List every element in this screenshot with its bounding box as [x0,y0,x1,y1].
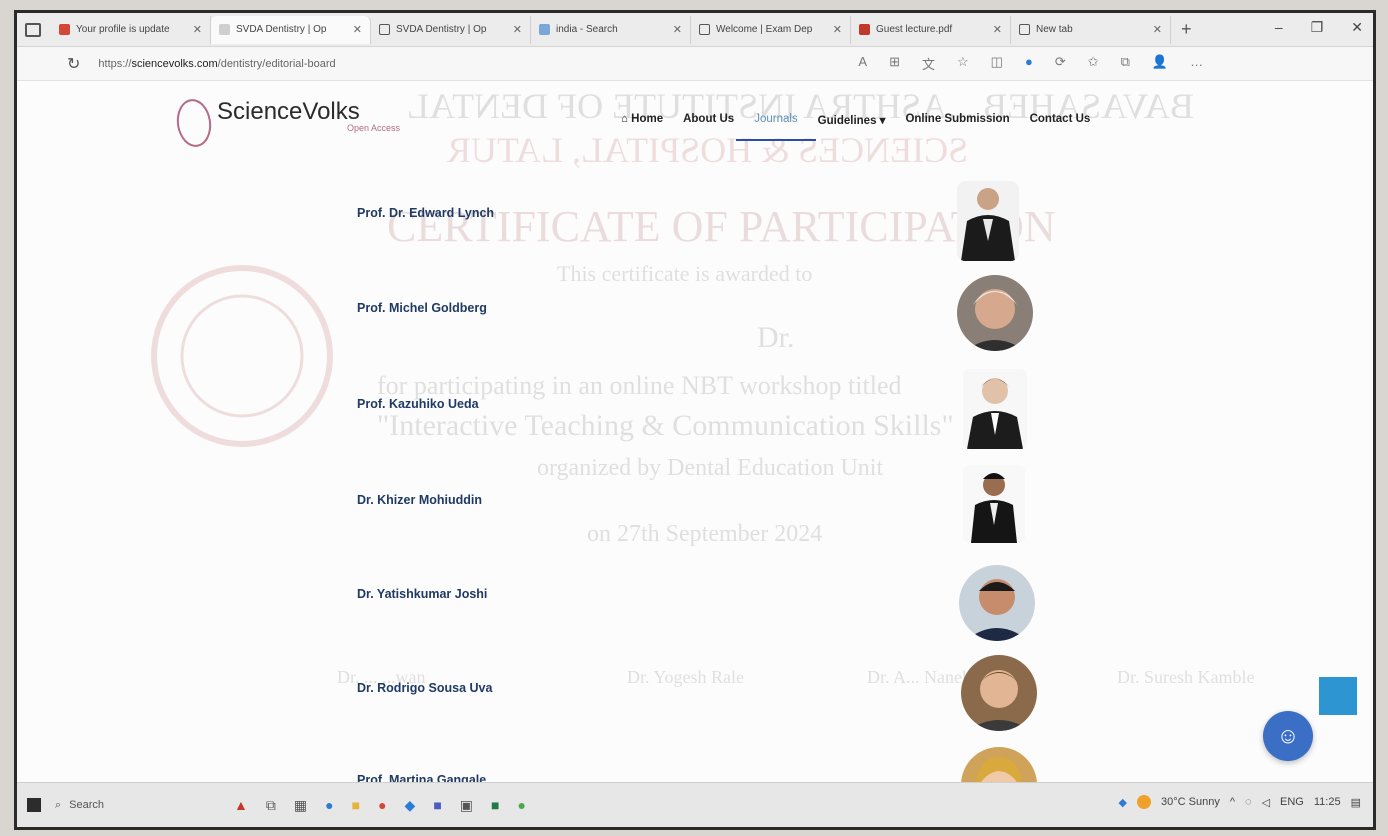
teams-icon[interactable]: ■ [433,797,441,813]
network-icon[interactable]: ◌ [1245,796,1252,808]
close-window-icon[interactable]: ✕ [1351,19,1363,36]
editor-card: Prof. Kazuhiko Ueda [357,365,1037,455]
editor-card: Prof. Dr. Edward Lynch [357,173,1037,263]
browser-toolbar: A ⊞ 文 ☆ ◫ ● ⟳ ✩ ⧉ 👤 … [858,54,1203,73]
store-icon[interactable]: ◆ [405,797,416,814]
tab-close-icon[interactable]: ✕ [993,23,1002,36]
browser-tab[interactable]: New tab ✕ [1011,15,1171,44]
new-tab-button[interactable]: + [1181,19,1192,40]
scroll-to-top-button[interactable] [1319,677,1357,715]
tab-close-icon[interactable]: ✕ [193,23,202,36]
sun-icon [1137,795,1152,809]
task-view-icon[interactable]: ⧉ [266,797,276,814]
app-icon[interactable]: ● [517,797,525,813]
editor-photo [959,565,1035,641]
extension-icon[interactable]: ● [1025,54,1033,73]
browser-tab[interactable]: india - Search ✕ [531,15,691,44]
newtab-favicon-icon [1019,24,1030,35]
excel-icon[interactable]: ■ [491,797,499,813]
tray-chevron-icon[interactable]: ^ [1230,796,1235,808]
site-favicon-icon [219,24,230,35]
logo-mark-icon [173,96,215,150]
taskbar-apps: ▲ ⧉ ▦ ● ■ ● ◆ ■ ▣ ■ ● [234,797,526,814]
translate-icon[interactable]: 文 [922,54,935,73]
url-input[interactable]: https://sciencevolks.com/dentistry/edito… [98,58,858,70]
restore-icon[interactable]: ❐ [1311,19,1324,36]
browser-tab[interactable]: Guest lecture.pdf ✕ [851,15,1011,44]
file-explorer-icon[interactable]: ■ [352,797,360,813]
chrome-icon[interactable]: ● [378,797,386,813]
tab-close-icon[interactable]: ✕ [353,23,362,36]
user-chat-icon: ☺ [1276,723,1300,748]
taskbar-search[interactable]: ⌕ Search [55,799,104,812]
nav-home[interactable]: ⌂ Home [621,113,663,141]
main-nav: ⌂ Home About Us Journals Guidelines ▾ On… [621,113,1090,141]
nav-about-us[interactable]: About Us [683,113,734,141]
chat-support-button[interactable]: ☺ [1263,711,1313,761]
editor-photo [963,369,1027,449]
sciencevolks-logo[interactable]: ScienceVolks Open Access [173,96,400,150]
photos-icon[interactable]: ▣ [460,797,473,814]
editor-card: Prof. Martina Gangale [357,747,1037,785]
read-aloud-icon[interactable]: A [858,54,867,73]
editor-card: Dr. Rodrigo Sousa Uva [357,653,1037,743]
screen-frame: Your profile is update ✕ SVDA Dentistry … [14,10,1376,830]
volume-icon[interactable]: ◁ [1262,796,1270,809]
seal-watermark [151,265,333,447]
dropbox-icon[interactable]: ◆ [1119,796,1127,809]
more-menu-icon[interactable]: … [1190,54,1203,73]
window-controls: – ❐ ✕ [1275,19,1363,36]
grid-icon[interactable]: ⊞ [889,54,900,73]
nav-journals[interactable]: Journals [736,113,817,141]
nav-online-submission[interactable]: Online Submission [905,113,1009,141]
reload-icon[interactable]: ↻ [67,54,80,74]
page-favicon-icon [379,24,390,35]
windows-start-icon[interactable] [27,798,41,812]
browser-tab[interactable]: Welcome | Exam Dep ✕ [691,15,851,44]
nav-contact-us[interactable]: Contact Us [1030,113,1091,141]
refresh-extension-icon[interactable]: ⟳ [1055,54,1066,73]
editor-photo [957,275,1033,351]
browser-tab[interactable]: SVDA Dentistry | Op ✕ [371,15,531,44]
editor-photo [961,747,1037,785]
editor-card: Prof. Michel Goldberg [357,269,1037,359]
split-screen-icon[interactable]: ◫ [991,54,1003,73]
bing-favicon-icon [539,24,550,35]
window-menu-icon[interactable] [25,22,41,37]
tab-close-icon[interactable]: ✕ [673,23,682,36]
editor-photo [963,465,1025,543]
weather-widget-icon[interactable]: ▲ [234,797,248,813]
system-tray: ◆ 30°C Sunny ^ ◌ ◁ ENG 11:25 ▤ [1118,795,1361,809]
edge-icon[interactable]: ● [325,797,333,813]
widgets-icon[interactable]: ▦ [294,797,307,814]
collections-icon[interactable]: ⧉ [1121,54,1130,73]
editor-photo [961,655,1037,731]
editor-card: Dr. Khizer Mohiuddin [357,461,1037,551]
profile-icon[interactable]: 👤 [1152,54,1168,73]
notification-icon[interactable]: ▤ [1351,796,1361,809]
star-icon[interactable]: ☆ [957,54,969,73]
search-icon: ⌕ [55,798,62,811]
page-favicon-icon [699,24,710,35]
browser-tab-bar: Your profile is update ✕ SVDA Dentistry … [17,13,1373,47]
tab-close-icon[interactable]: ✕ [513,23,522,36]
web-page: BAVASAHEB ...ASHTRA INSTITUTE OF DENTAL … [17,81,1373,785]
tab-close-icon[interactable]: ✕ [833,23,842,36]
editor-card: Dr. Yatishkumar Joshi [357,557,1037,647]
browser-tab[interactable]: Your profile is update ✕ [51,15,211,44]
editor-photo [957,181,1019,261]
favorites-icon[interactable]: ✩ [1088,54,1099,73]
gmail-favicon-icon [59,24,70,35]
pdf-favicon-icon [859,24,870,35]
nav-guidelines[interactable]: Guidelines ▾ [818,113,886,141]
minimize-icon[interactable]: – [1275,19,1283,36]
windows-taskbar: ⌕ Search ▲ ⧉ ▦ ● ■ ● ◆ ■ ▣ ■ ● ◆ 30°C Su… [17,782,1373,827]
browser-tab-active[interactable]: SVDA Dentistry | Op ✕ [211,15,371,44]
address-bar-row: ↻ https://sciencevolks.com/dentistry/edi… [17,47,1373,81]
tab-close-icon[interactable]: ✕ [1153,23,1162,36]
